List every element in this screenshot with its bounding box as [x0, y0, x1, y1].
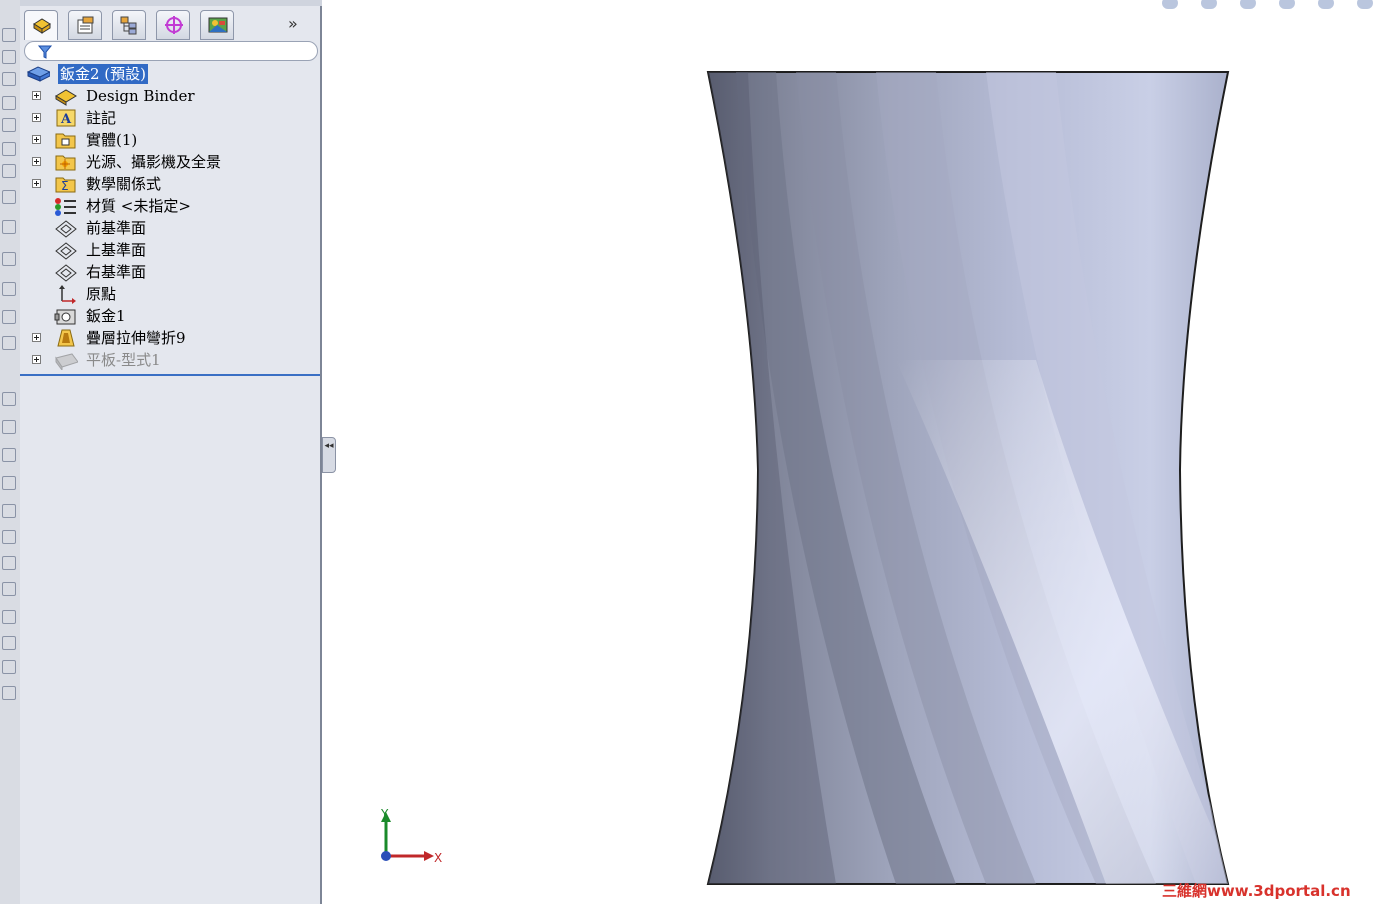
- tree-item[interactable]: Design Binder: [20, 85, 320, 107]
- tree-item-label: 光源、攝影機及全景: [86, 153, 222, 171]
- toolbar-command-icon[interactable]: [2, 118, 16, 132]
- toolbar-command-icon[interactable]: [2, 310, 16, 324]
- tree-item-label: Design Binder: [86, 87, 195, 105]
- toolbar-command-icon[interactable]: [2, 636, 16, 650]
- tree-item[interactable]: 疊層拉伸彎折9: [20, 327, 320, 349]
- tree-item[interactable]: 右基準面: [20, 261, 320, 283]
- part-icon: [26, 66, 50, 82]
- tree-item-label: 上基準面: [86, 241, 147, 259]
- tree-root-part[interactable]: 鈑金2 (預設): [20, 63, 320, 85]
- toolbar-command-icon[interactable]: [2, 50, 16, 64]
- toolbar-command-icon[interactable]: [2, 96, 16, 110]
- tree-item[interactable]: 原點: [20, 283, 320, 305]
- feature-filter-input[interactable]: [24, 41, 318, 61]
- toolbar-command-icon[interactable]: [2, 530, 16, 544]
- toolbar-command-icon[interactable]: [2, 504, 16, 518]
- tree-item[interactable]: Σ 數學關係式: [20, 173, 320, 195]
- toolbar-command-icon[interactable]: [2, 190, 16, 204]
- design-binder-icon: [55, 89, 77, 106]
- toolbar-command-icon[interactable]: [2, 220, 16, 234]
- coordinate-triad: Y X: [380, 807, 442, 865]
- toolbar-command-icon[interactable]: [2, 686, 16, 700]
- toolbar-command-icon[interactable]: [2, 72, 16, 86]
- tree-item[interactable]: 平板-型式1: [20, 349, 320, 371]
- filter-icon: [37, 45, 53, 59]
- sheet-metal-icon: [54, 309, 76, 325]
- toolbar-command-icon[interactable]: [2, 610, 16, 624]
- tree-item-label: 數學關係式: [86, 175, 162, 193]
- svg-text:Σ: Σ: [61, 179, 69, 193]
- dimxpert-icon: [165, 16, 183, 34]
- lofted-bend-icon: [57, 329, 75, 347]
- triad-y-label: Y: [380, 807, 389, 821]
- tree-item[interactable]: 上基準面: [20, 239, 320, 261]
- command-toolbar-strip: [0, 0, 21, 904]
- tree-item-label: 材質 <未指定>: [86, 197, 191, 215]
- toolbar-command-icon[interactable]: [2, 582, 16, 596]
- tree-item[interactable]: 光源、攝影機及全景: [20, 151, 320, 173]
- tree-item-label: 右基準面: [86, 263, 147, 281]
- display-manager-tab[interactable]: [200, 10, 234, 40]
- toolbar-command-icon[interactable]: [2, 28, 16, 42]
- plane-icon: [55, 264, 77, 282]
- lights-cameras-icon: [55, 155, 76, 171]
- tree-item[interactable]: A 註記: [20, 107, 320, 129]
- tree-root-label: 鈑金2 (預設): [58, 64, 149, 84]
- plane-icon: [55, 242, 77, 260]
- panel-top-border: [20, 0, 322, 6]
- feature-manager-tab[interactable]: [24, 10, 58, 40]
- solid-bodies-icon: [55, 133, 76, 149]
- toolbar-command-icon[interactable]: [2, 448, 16, 462]
- origin-icon: [59, 285, 76, 304]
- tree-item[interactable]: 鈑金1: [20, 305, 320, 327]
- toolbar-command-icon[interactable]: [2, 164, 16, 178]
- toolbar-command-icon[interactable]: [2, 252, 16, 266]
- configuration-manager-icon: [120, 16, 137, 35]
- toolbar-command-icon[interactable]: [2, 142, 16, 156]
- expand-toggle-icon[interactable]: [32, 355, 41, 364]
- flat-pattern-icon: [55, 353, 78, 370]
- tree-item-label: 鈑金1: [86, 307, 126, 325]
- plane-icon: [55, 220, 77, 238]
- tree-rollback-bar[interactable]: [20, 374, 320, 376]
- expand-toggle-icon[interactable]: [32, 179, 41, 188]
- more-tabs-button[interactable]: »: [288, 14, 298, 33]
- expand-toggle-icon[interactable]: [32, 157, 41, 166]
- expand-toggle-icon[interactable]: [32, 333, 41, 342]
- property-manager-icon: [77, 16, 94, 34]
- panel-collapse-handle[interactable]: ◂◂: [322, 437, 336, 473]
- annotations-icon: A: [56, 109, 76, 127]
- toolbar-command-icon[interactable]: [2, 392, 16, 406]
- tree-item-label: 疊層拉伸彎折9: [86, 329, 186, 347]
- expand-toggle-icon[interactable]: [32, 91, 41, 100]
- expand-toggle-icon[interactable]: [32, 135, 41, 144]
- tree-item-label: 實體(1): [86, 131, 138, 149]
- tree-item-label: 平板-型式1: [86, 351, 161, 369]
- toolbar-command-icon[interactable]: [2, 336, 16, 350]
- equations-icon: Σ: [55, 177, 76, 193]
- toolbar-command-icon[interactable]: [2, 476, 16, 490]
- tree-item[interactable]: 材質 <未指定>: [20, 195, 320, 217]
- display-manager-icon: [208, 17, 228, 33]
- svg-text:A: A: [60, 112, 72, 127]
- expand-toggle-icon[interactable]: [32, 113, 41, 122]
- toolbar-command-icon[interactable]: [2, 282, 16, 296]
- feature-manager-panel: » 鈑金2 (預設) Design Binder A 註記實體(1) 光源、攝影機及全…: [20, 0, 322, 904]
- material-icon: [55, 198, 76, 216]
- tree-item-label: 前基準面: [86, 219, 147, 237]
- toolbar-command-icon[interactable]: [2, 420, 16, 434]
- feature-manager-icon: [33, 18, 51, 34]
- tree-item-label: 原點: [86, 285, 117, 303]
- sheet-metal-model[interactable]: [336, 0, 1383, 904]
- toolbar-command-icon[interactable]: [2, 556, 16, 570]
- toolbar-command-icon[interactable]: [2, 660, 16, 674]
- watermark-text: 三維網www.3dportal.cn: [1162, 882, 1351, 900]
- tree-item[interactable]: 前基準面: [20, 217, 320, 239]
- triad-x-label: X: [434, 851, 442, 865]
- property-manager-tab[interactable]: [68, 10, 102, 40]
- configuration-manager-tab[interactable]: [112, 10, 146, 40]
- dimxpert-manager-tab[interactable]: [156, 10, 190, 40]
- tree-item-label: 註記: [86, 109, 117, 127]
- tree-item[interactable]: 實體(1): [20, 129, 320, 151]
